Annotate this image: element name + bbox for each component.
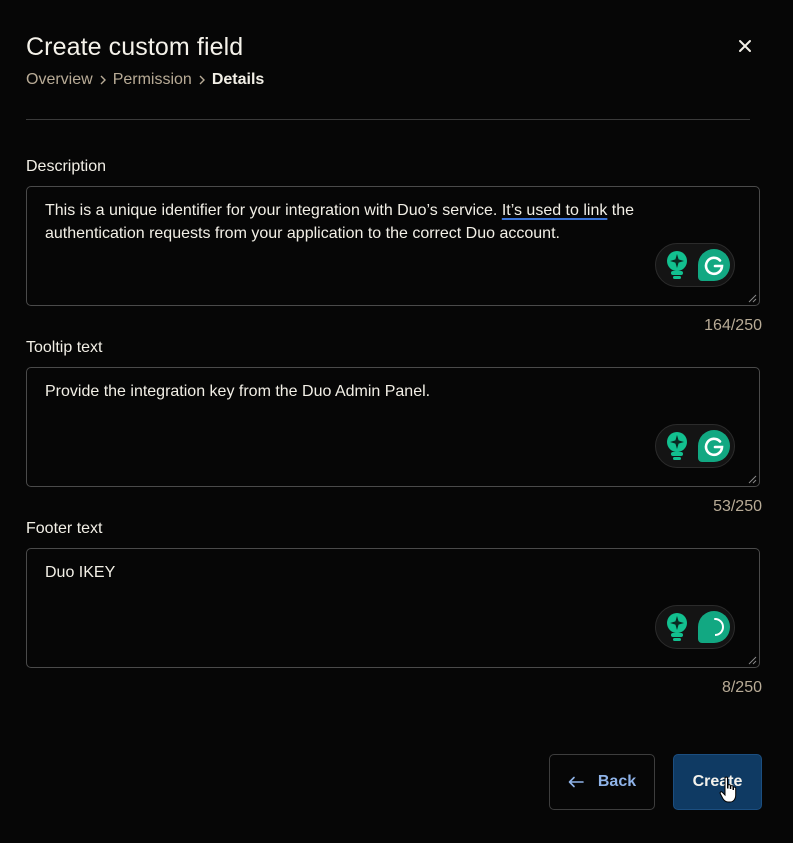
tooltip-counter: 53/250 [713,498,762,515]
resize-handle-icon[interactable] [747,293,757,303]
footer-textarea[interactable]: Duo IKEY [26,548,760,668]
back-button-label: Back [597,773,637,790]
grammarly-icon[interactable] [698,611,730,643]
grammarly-widget[interactable] [655,605,735,649]
resize-handle-icon[interactable] [747,655,757,665]
arrow-left-icon [568,776,584,788]
lightbulb-sparkle-icon[interactable] [664,612,690,642]
close-icon [739,40,751,52]
tooltip-label: Tooltip text [26,339,103,356]
description-textarea[interactable]: This is a unique identifier for your int… [26,186,760,306]
grammarly-widget[interactable] [655,424,735,468]
breadcrumb-item-permission[interactable]: Permission [113,70,192,90]
hand-pointer-icon [719,776,737,803]
footer-counter: 8/250 [721,679,762,696]
grammarly-widget[interactable] [655,243,735,287]
chevron-right-icon [198,74,206,86]
create-custom-field-dialog: Create custom field Overview Permission … [0,0,793,843]
breadcrumb-item-details: Details [211,71,265,88]
lightbulb-sparkle-icon[interactable] [664,431,690,461]
grammarly-icon[interactable] [698,249,730,281]
lightbulb-sparkle-icon[interactable] [664,250,690,280]
breadcrumb-item-overview[interactable]: Overview [26,70,93,90]
description-label: Description [26,158,107,175]
header-divider [26,119,750,120]
close-button[interactable] [730,32,760,60]
dialog-title: Create custom field [26,33,244,61]
back-button[interactable]: Back [549,754,655,810]
description-counter: 164/250 [704,317,762,334]
grammarly-icon[interactable] [698,430,730,462]
tooltip-textarea[interactable]: Provide the integration key from the Duo… [26,367,760,487]
footer-value: Duo IKEY [45,564,116,581]
breadcrumb: Overview Permission Details [26,70,264,90]
grammar-suggestion-highlight[interactable]: It’s used to link [502,202,608,219]
chevron-right-icon [99,74,107,86]
resize-handle-icon[interactable] [747,474,757,484]
description-value: This is a unique identifier for your int… [45,202,635,242]
footer-label: Footer text [26,520,103,537]
tooltip-value: Provide the integration key from the Duo… [45,383,431,400]
create-button[interactable]: Create [673,754,762,810]
